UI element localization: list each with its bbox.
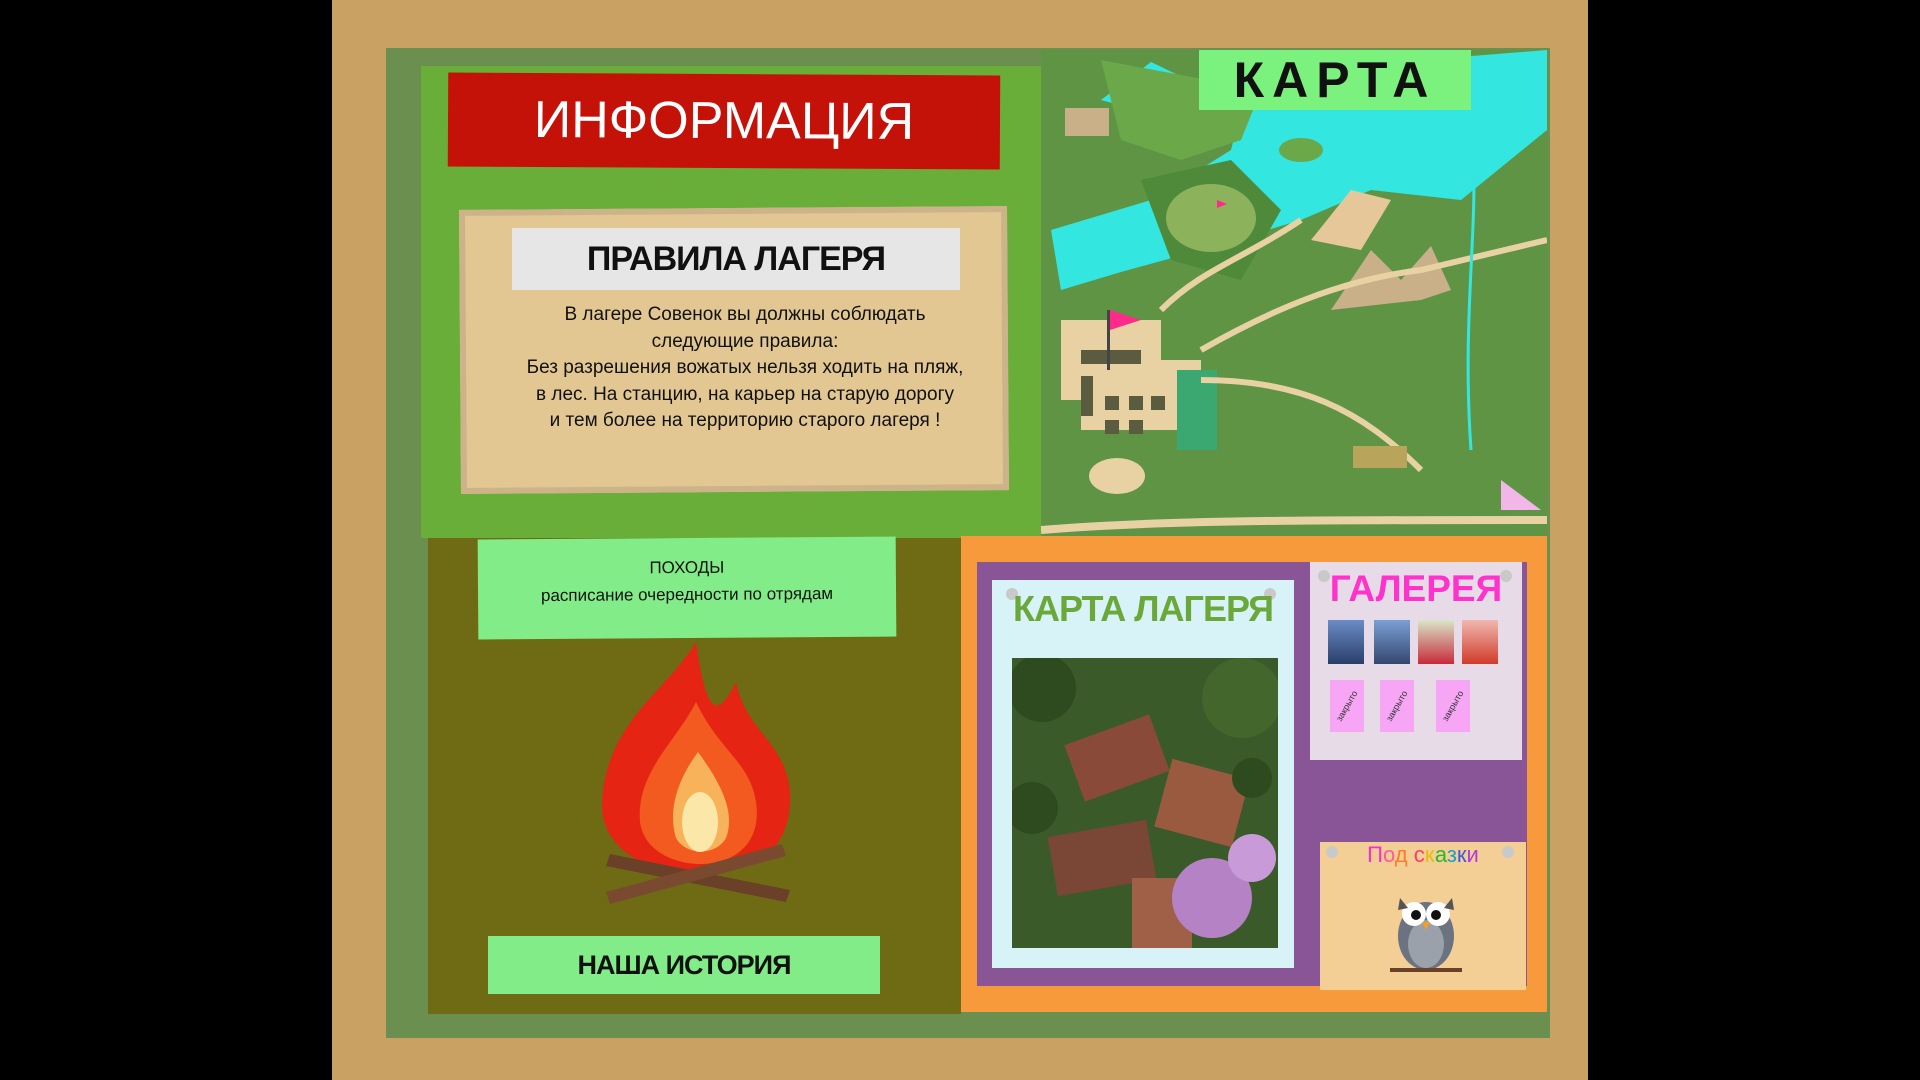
rules-text: В лагере Совенок вы должны соблюдать сле… [500, 302, 990, 435]
rules-title: ПРАВИЛА ЛАГЕРЯ [512, 228, 960, 290]
rules-line: Без разрешения вожатых нельзя ходить на … [526, 357, 964, 378]
gallery-thumbnail[interactable] [1374, 620, 1410, 664]
rules-line: в лес. На станцию, на карьер на старую д… [535, 383, 954, 405]
history-button[interactable]: НАША ИСТОРИЯ [488, 936, 880, 994]
hikes-card[interactable]: ПОХОДЫ расписание очередности по отрядам [477, 536, 897, 640]
locked-slot[interactable]: закрыто [1330, 680, 1364, 732]
hikes-title: ПОХОДЫ [649, 557, 725, 578]
rules-line: и тем более на территорию старого лагеря… [549, 410, 941, 431]
map-title[interactable]: КАРТА [1199, 50, 1471, 110]
fairy-tales-title: Под сказки [1367, 842, 1479, 867]
campfire-icon [596, 642, 796, 912]
camp-map-title: КАРТА ЛАГЕРЯ [1013, 588, 1274, 629]
gallery-title: ГАЛЕРЕЯ [1329, 568, 1503, 609]
gallery-thumbnail[interactable] [1418, 620, 1454, 664]
locked-slot[interactable]: закрыто [1380, 680, 1414, 732]
hikes-subtitle: расписание очередности по отрядам [540, 583, 834, 606]
area-map-illustration [1041, 50, 1547, 534]
owl-icon [1386, 878, 1466, 978]
locked-slot[interactable]: закрыто [1436, 680, 1470, 732]
gallery-thumbnail[interactable] [1462, 620, 1498, 664]
camp-map-photo [1012, 658, 1278, 948]
map-panel[interactable] [1041, 50, 1547, 538]
gallery-thumbnail[interactable] [1328, 620, 1364, 664]
rules-line: В лагере Совенок вы должны соблюдать [564, 304, 926, 325]
info-banner: ИНФОРМАЦИЯ [447, 72, 1001, 170]
rules-line: следующие правила: [651, 330, 839, 352]
